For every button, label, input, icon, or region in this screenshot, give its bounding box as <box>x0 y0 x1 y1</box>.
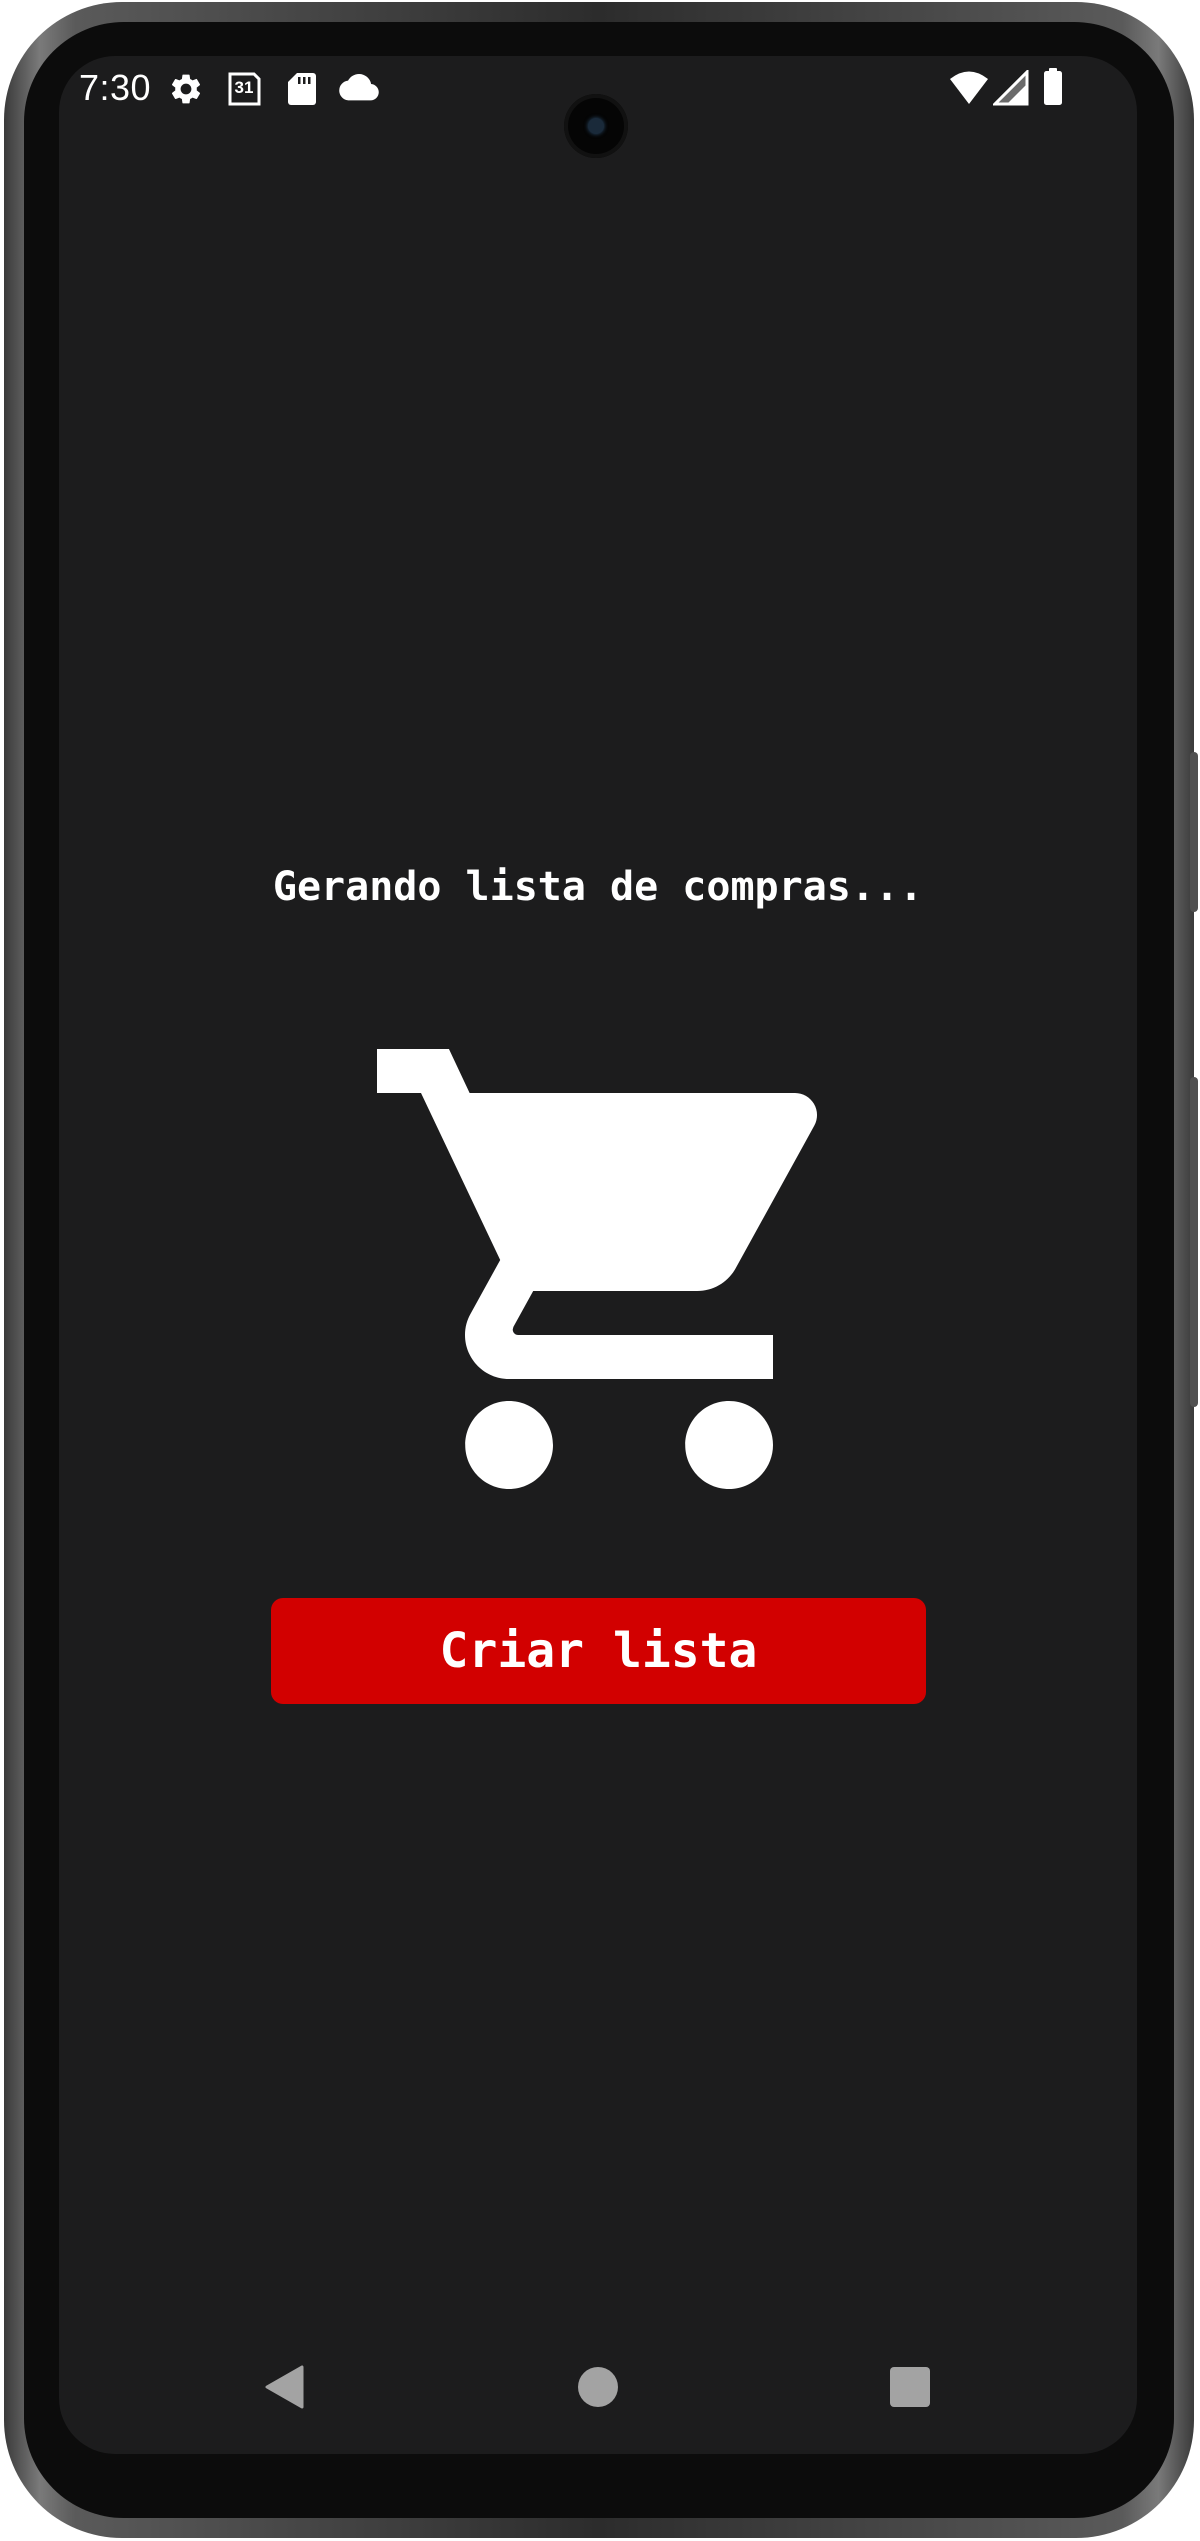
volume-button <box>1190 1077 1198 1407</box>
power-button <box>1190 752 1198 912</box>
gear-icon <box>171 74 201 104</box>
sd-card-icon <box>288 73 316 105</box>
calendar-day: 31 <box>234 78 254 97</box>
cloud-icon <box>339 74 379 101</box>
home-button[interactable] <box>578 2367 618 2407</box>
status-time: 7:30 <box>79 67 152 108</box>
navigation-bar <box>59 2336 1137 2454</box>
create-list-button[interactable]: Criar lista <box>271 1598 926 1704</box>
calendar-icon: 31 <box>226 71 262 107</box>
recents-button[interactable] <box>890 2367 930 2407</box>
shopping-cart-icon <box>377 1049 818 1489</box>
wifi-icon <box>950 71 988 104</box>
battery-icon <box>1044 68 1062 105</box>
cellular-signal-icon <box>993 70 1029 106</box>
loading-text: Gerando lista de compras... <box>272 864 924 910</box>
front-camera <box>564 94 628 158</box>
back-icon[interactable] <box>264 2365 304 2409</box>
screen: 7:30 31 Gerando lista de compras... Cria… <box>59 56 1137 2454</box>
